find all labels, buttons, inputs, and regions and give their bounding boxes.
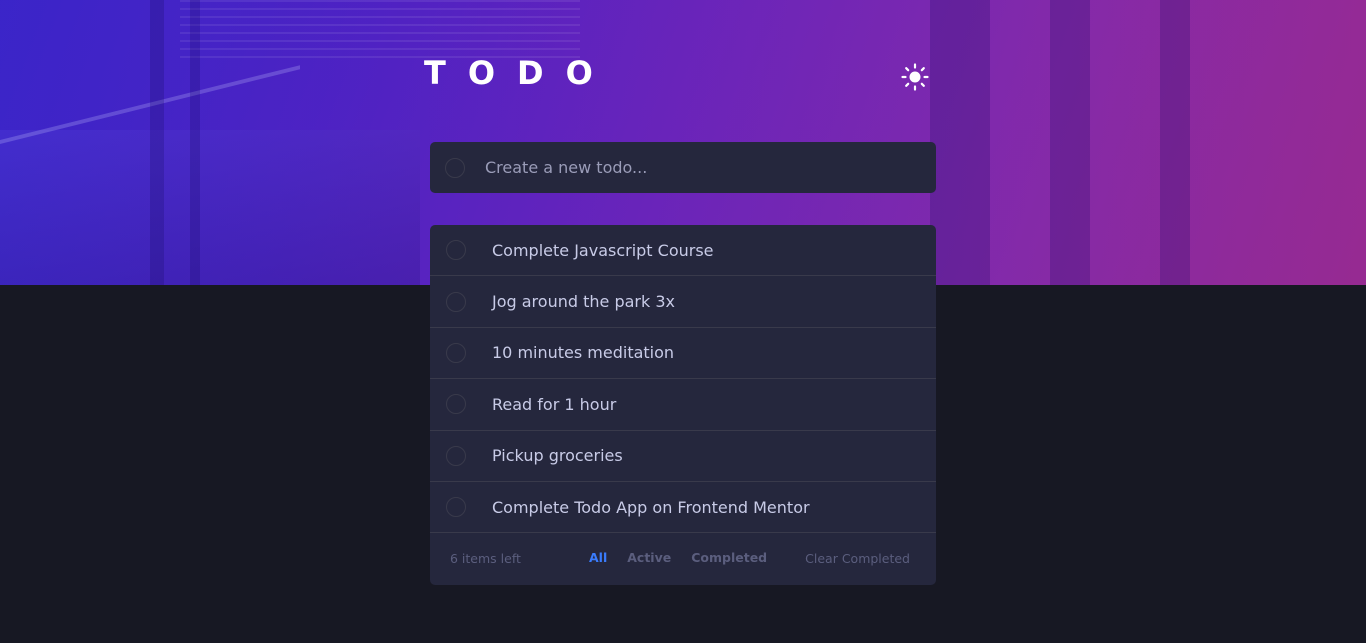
hero-texture (930, 0, 990, 285)
todo-checkbox[interactable] (446, 291, 466, 312)
new-todo-checkbox[interactable] (445, 157, 465, 178)
todo-item[interactable]: Read for 1 hour (430, 379, 936, 431)
app-header: TODO (424, 56, 936, 96)
todo-item[interactable]: Complete Javascript Course (430, 225, 936, 277)
todo-text: Complete Javascript Course (492, 240, 714, 260)
todo-text: Jog around the park 3x (492, 292, 675, 312)
todo-item[interactable]: Pickup groceries (430, 431, 936, 482)
todo-checkbox[interactable] (446, 497, 466, 518)
hero-texture (150, 0, 164, 285)
hero-texture (0, 130, 420, 285)
filter-active[interactable]: Active (627, 550, 671, 565)
todo-item[interactable]: Complete Todo App on Frontend Mentor (430, 482, 936, 534)
app-title: TODO (424, 54, 615, 92)
todo-item[interactable]: Jog around the park 3x (430, 276, 936, 328)
filter-completed[interactable]: Completed (691, 550, 767, 565)
todo-checkbox[interactable] (446, 394, 466, 415)
todo-list: Complete Javascript Course Jog around th… (430, 225, 936, 585)
clear-completed-button[interactable]: Clear Completed (805, 551, 910, 566)
todo-text: Pickup groceries (492, 446, 623, 466)
new-todo-bar (430, 142, 936, 193)
todo-item[interactable]: 10 minutes meditation (430, 328, 936, 380)
hero-texture (190, 0, 200, 285)
filter-tabs: All Active Completed (589, 550, 767, 565)
todo-text: 10 minutes meditation (492, 343, 675, 363)
new-todo-input[interactable] (485, 158, 905, 177)
filter-all[interactable]: All (589, 550, 607, 565)
todo-checkbox[interactable] (446, 445, 466, 466)
todo-text: Read for 1 hour (492, 394, 617, 414)
todo-checkbox[interactable] (446, 240, 466, 261)
hero-texture (1160, 0, 1190, 285)
theme-toggle-button[interactable] (900, 62, 930, 92)
items-left-count: 6 items left (450, 551, 521, 567)
todo-checkbox[interactable] (446, 342, 466, 363)
todo-text: Complete Todo App on Frontend Mentor (492, 497, 810, 517)
sun-icon (901, 63, 929, 91)
hero-texture (1050, 0, 1090, 285)
hero-texture (180, 0, 580, 60)
todo-footer: 6 items left All Active Completed Clear … (430, 533, 936, 584)
